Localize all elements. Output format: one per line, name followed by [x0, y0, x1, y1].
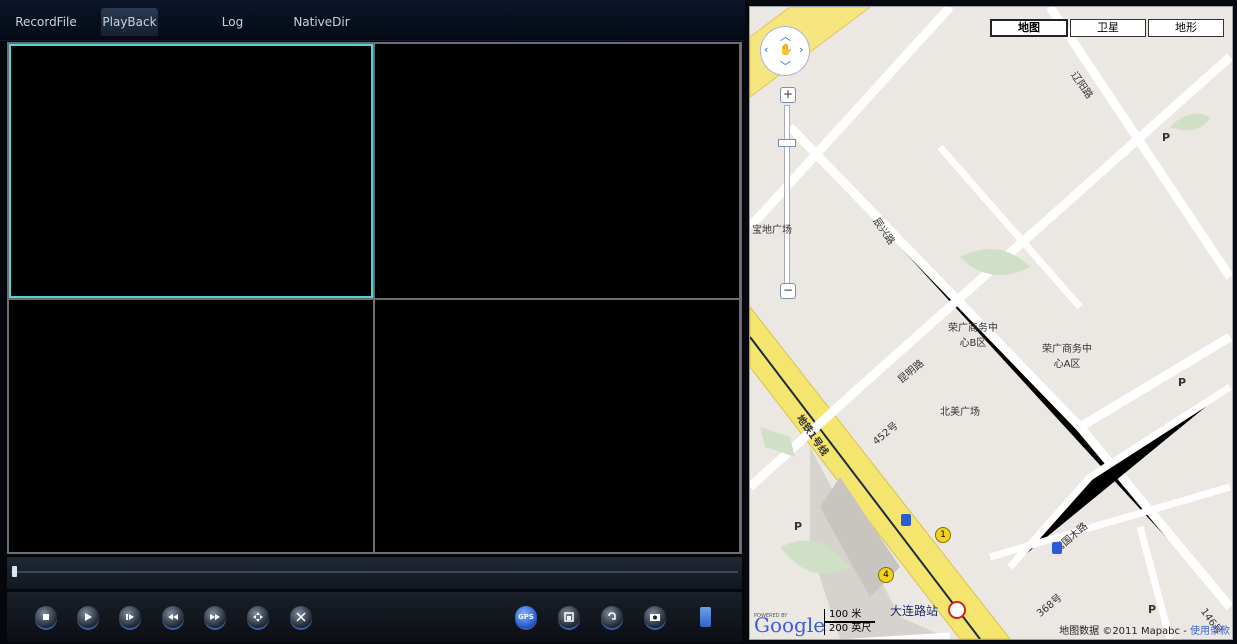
video-grid — [7, 42, 742, 554]
doc-button[interactable] — [700, 607, 711, 627]
exit-4-icon: 4 — [878, 567, 894, 583]
google-logo: Google — [754, 613, 826, 637]
tab-playback[interactable]: PlayBack — [101, 8, 158, 36]
map-type-satellite[interactable]: 卫星 — [1070, 19, 1146, 37]
pan-down-icon[interactable]: ﹀ — [780, 58, 791, 74]
play-icon — [85, 613, 92, 621]
gps-icon: GPS — [518, 613, 534, 621]
fast-forward-icon — [210, 614, 220, 620]
pan-up-icon[interactable]: ︿ — [780, 28, 791, 44]
station-label: 大连路站 — [890, 604, 939, 618]
top-tab-bar: RecordFile PlayBack Log NativeDir — [0, 0, 745, 41]
sound-icon — [608, 612, 616, 620]
move-button[interactable] — [247, 606, 269, 628]
zoom-slider-thumb[interactable] — [778, 139, 796, 147]
parking-marker: P — [1148, 603, 1157, 616]
metro-icon — [948, 601, 966, 619]
video-pane-3[interactable] — [9, 300, 373, 552]
map-pan-control[interactable]: ︿ ﹀ ‹ › ✋ — [761, 27, 809, 75]
tab-recordfile[interactable]: RecordFile — [11, 8, 81, 36]
play-button[interactable] — [77, 606, 99, 628]
video-area: RecordFile PlayBack Log NativeDir GPS — [0, 0, 745, 644]
video-pane-1[interactable] — [9, 44, 373, 298]
zoom-in-button[interactable]: + — [780, 87, 796, 103]
capture-button[interactable] — [644, 606, 666, 628]
record-icon — [564, 612, 574, 622]
map-type-map[interactable]: 地图 — [990, 19, 1068, 37]
move-icon — [253, 612, 263, 622]
playback-timeline[interactable] — [7, 557, 742, 589]
parking-marker: P — [1162, 131, 1171, 144]
map-copyright: 地图数据 ©2011 Mapabc - — [1059, 626, 1190, 637]
terms-link[interactable]: 使用条款 — [1190, 626, 1230, 637]
cut-button[interactable] — [290, 606, 312, 628]
map-zoom-control: + − — [778, 87, 796, 301]
record-button[interactable] — [558, 606, 580, 628]
map-label: 宝地广场 — [752, 225, 792, 236]
scale-metric: 100 米 — [824, 609, 876, 622]
map-footer: 地图数据 ©2011 Mapabc - 使用条款 — [1059, 622, 1230, 637]
timeline-track — [11, 571, 738, 573]
step-icon — [126, 614, 134, 620]
video-pane-4[interactable] — [375, 300, 739, 552]
map-type-terrain[interactable]: 地形 — [1148, 19, 1224, 37]
map-label: 荣广商务中心B区 — [948, 323, 998, 349]
parking-marker: P — [1178, 376, 1187, 389]
bus-stop-icon — [1052, 542, 1062, 554]
map-panel[interactable]: 地图 卫星 地形 ︿ ﹀ ‹ › ✋ + − 辽阳路 宝地广场 辰兴路 昆明路 … — [749, 6, 1233, 640]
map-label: 北美广场 — [940, 407, 980, 418]
playback-controls: GPS — [7, 592, 742, 642]
map-label: 荣广商务中心A区 — [1042, 344, 1092, 370]
fast-forward-button[interactable] — [204, 606, 226, 628]
stop-icon — [43, 614, 49, 620]
map-type-switcher: 地图 卫星 地形 — [990, 19, 1224, 37]
scale-imperial: 200 英尺 — [824, 622, 876, 635]
pan-left-icon[interactable]: ‹ — [764, 43, 768, 56]
cut-icon — [296, 612, 306, 622]
tab-nativedir[interactable]: NativeDir — [284, 8, 359, 36]
rewind-button[interactable] — [162, 606, 184, 628]
sound-button[interactable] — [601, 606, 623, 628]
hand-icon: ✋ — [779, 43, 793, 56]
tab-log[interactable]: Log — [210, 8, 255, 36]
pan-right-icon[interactable]: › — [799, 43, 803, 56]
exit-1-icon: 1 — [935, 527, 951, 543]
gps-button[interactable]: GPS — [515, 606, 537, 628]
map-scale: 100 米 200 英尺 — [824, 609, 876, 635]
zoom-slider-track[interactable] — [784, 105, 790, 285]
bus-stop-icon — [901, 514, 911, 526]
step-button[interactable] — [119, 606, 141, 628]
parking-marker: P — [794, 520, 803, 533]
rewind-icon — [168, 614, 178, 620]
timeline-handle[interactable] — [12, 566, 17, 577]
video-pane-2[interactable] — [375, 44, 739, 298]
zoom-out-button[interactable]: − — [780, 283, 796, 299]
capture-icon — [650, 614, 660, 621]
stop-button[interactable] — [35, 606, 57, 628]
